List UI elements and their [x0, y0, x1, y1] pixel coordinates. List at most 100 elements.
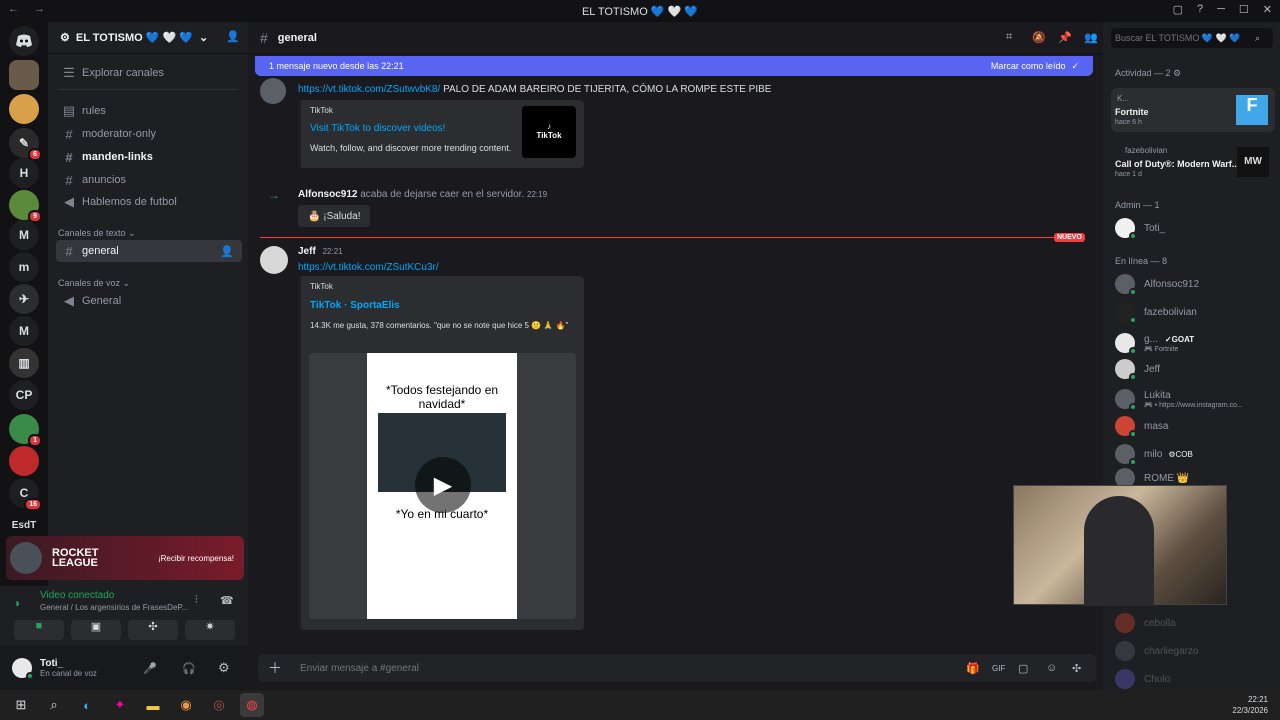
server-icon[interactable]: C 16	[9, 478, 42, 511]
gif-icon[interactable]: GIF	[992, 664, 1005, 673]
threads-icon[interactable]: ⌗	[1006, 31, 1012, 44]
search-input[interactable]	[1115, 33, 1255, 43]
discord-taskbar-icon[interactable]: ◍	[240, 693, 264, 717]
message-input[interactable]	[300, 662, 940, 674]
server-icon[interactable]: ✈	[9, 284, 39, 314]
category-text[interactable]: Canales de texto ⌄	[58, 228, 136, 239]
mark-as-read-button[interactable]: Marcar como leído	[991, 61, 1066, 71]
server-icon[interactable]: 9	[9, 190, 42, 223]
camera-button[interactable]: ■	[14, 620, 64, 640]
mic-icon[interactable]: 🎤	[143, 662, 157, 675]
activity-card[interactable]: fazebolivian Call of Duty®: Modern Warf.…	[1111, 140, 1275, 184]
promo-card[interactable]: ROCKET LEAGUE ¡Recibir recompensa!	[6, 536, 244, 580]
message-link[interactable]: https://vt.tiktok.com/ZSutKCu3r/	[298, 262, 439, 273]
clock[interactable]: 22:21 22/3/2026	[1232, 694, 1268, 716]
server-header[interactable]: ⚙ EL TOTISMO 💙 🤍 💙 ⌄ 👤	[48, 22, 248, 54]
server-icon[interactable]: H	[9, 158, 39, 188]
server-icon[interactable]: m	[9, 252, 39, 282]
admin-header: Admin — 1	[1115, 200, 1160, 210]
minimize-button[interactable]: ─	[1217, 3, 1225, 16]
edge-icon[interactable]: ◐	[75, 693, 99, 717]
explore-channels[interactable]: ☰ Explorar canales	[56, 62, 242, 84]
server-icon[interactable]: 1	[9, 414, 42, 447]
soundboard-button[interactable]: ✷	[185, 620, 235, 640]
server-icon[interactable]: M	[9, 316, 39, 346]
member-item[interactable]: Lukita 🎮 • https://www.instagram.co...	[1115, 384, 1275, 414]
file-explorer-icon[interactable]: ▬	[141, 693, 165, 717]
help-icon[interactable]: ?	[1197, 3, 1203, 16]
channel-general[interactable]: # general 👤	[56, 240, 242, 262]
member-item[interactable]: masa	[1115, 414, 1275, 438]
member-item[interactable]: g... ✓GOAT 🎮 Fortnite	[1115, 328, 1275, 358]
member-item-offline[interactable]: charliegarzo	[1115, 639, 1275, 663]
server-icon[interactable]	[9, 446, 39, 476]
server-icon[interactable]: M	[9, 220, 39, 250]
server-icon[interactable]: CP	[9, 380, 39, 410]
claim-reward-button[interactable]: ¡Recibir recompensa!	[158, 554, 234, 563]
member-item[interactable]: Jeff	[1115, 357, 1275, 381]
system-message: Alfonsoc912 acaba de dejarse caer en el …	[298, 189, 548, 200]
apps-icon[interactable]: ✣	[1072, 662, 1081, 675]
search-icon[interactable]: ⌕	[42, 693, 66, 717]
noise-icon[interactable]: ⫶	[195, 594, 198, 607]
member-item[interactable]: milo ⚙COB	[1115, 442, 1275, 466]
channel-moderator-only[interactable]: # moderator-only	[56, 123, 242, 145]
app-icon[interactable]: ◎	[207, 693, 231, 717]
add-attachment-icon[interactable]: ＋	[268, 658, 282, 678]
channel-anuncios[interactable]: # anuncios	[56, 169, 242, 191]
voice-channel-general[interactable]: ◀ General	[56, 290, 242, 312]
channel-rules[interactable]: ▤ rules	[56, 100, 242, 122]
member-item[interactable]: Alfonsoc912	[1115, 272, 1275, 296]
headphones-icon[interactable]: 🎧	[182, 662, 196, 675]
search-box[interactable]: ⌕	[1111, 28, 1273, 48]
window-controls: ▢ ? ─ ☐ ✕	[1165, 0, 1280, 19]
member-item-offline[interactable]: cebolla	[1115, 611, 1275, 635]
inbox-icon[interactable]: ▢	[1173, 3, 1183, 16]
maximize-button[interactable]: ☐	[1239, 3, 1249, 16]
activity-card[interactable]: K... Fortnite hace 6 h F	[1111, 88, 1275, 132]
server-icon[interactable]: ✎ 6	[9, 128, 42, 161]
server-totismo-icon[interactable]	[9, 60, 39, 90]
channel-manden-links[interactable]: # manden-links	[56, 146, 242, 168]
member-list-icon[interactable]: 👥	[1084, 31, 1098, 44]
pin-icon[interactable]: 📌	[1058, 31, 1072, 44]
invite-icon[interactable]: 👤	[226, 30, 240, 43]
notification-muted-icon[interactable]: 🔕	[1032, 31, 1046, 44]
fortnite-icon: F	[1236, 95, 1268, 125]
new-messages-banner[interactable]: 1 mensaje nuevo desde las 22:21 Marcar c…	[255, 56, 1093, 76]
member-item[interactable]: fazebolivian	[1115, 300, 1275, 324]
windows-start-icon[interactable]: ⊞	[9, 693, 33, 717]
voice-status[interactable]: Video conectado	[40, 590, 114, 601]
screen-share-button[interactable]: ▣	[71, 620, 121, 640]
close-button[interactable]: ✕	[1263, 3, 1272, 16]
avatar[interactable]	[260, 246, 288, 274]
disconnect-icon[interactable]: ☎	[220, 594, 234, 607]
wave-button[interactable]: 🎂 ¡Saluda!	[298, 205, 371, 227]
gift-icon[interactable]: 🎁	[966, 662, 980, 675]
server-icon[interactable]	[9, 94, 39, 124]
discord-home-icon[interactable]	[9, 26, 39, 56]
member-item[interactable]: Toti_	[1115, 216, 1275, 240]
add-member-icon[interactable]: 👤	[220, 245, 234, 258]
server-badge-icon: ⚙	[60, 32, 70, 44]
category-voice[interactable]: Canales de voz ⌄	[58, 278, 130, 289]
sticker-icon[interactable]: ▢	[1018, 662, 1028, 675]
activity-header: Actividad — 2 ⚙	[1115, 68, 1182, 78]
gear-icon[interactable]: ⚙	[218, 660, 230, 676]
join-arrow-icon: →	[268, 188, 280, 202]
activities-button[interactable]: ✣	[128, 620, 178, 640]
channel-hablemos-de-futbol[interactable]: ◀ Hablemos de futbol	[56, 191, 242, 213]
video-player[interactable]: *Todos festejando en navidad* *Yo en mi …	[309, 353, 576, 619]
chrome-icon[interactable]: ◉	[174, 693, 198, 717]
play-icon[interactable]: ▶	[415, 457, 471, 513]
server-icon[interactable]: ▥	[9, 348, 39, 378]
avatar[interactable]	[12, 658, 34, 680]
embed-title[interactable]: TikTok · SportaElis	[310, 300, 400, 311]
message-link[interactable]: https://vt.tiktok.com/ZSutwvbK8/	[298, 84, 440, 95]
embed-title[interactable]: Visit TikTok to discover videos!	[310, 123, 445, 134]
copilot-icon[interactable]: ✦	[108, 693, 132, 717]
avatar[interactable]	[260, 78, 286, 104]
member-item-offline[interactable]: Chulo	[1115, 667, 1275, 691]
promo-brand: ROCKET LEAGUE	[52, 547, 99, 569]
emoji-icon[interactable]: ☺	[1046, 662, 1057, 674]
